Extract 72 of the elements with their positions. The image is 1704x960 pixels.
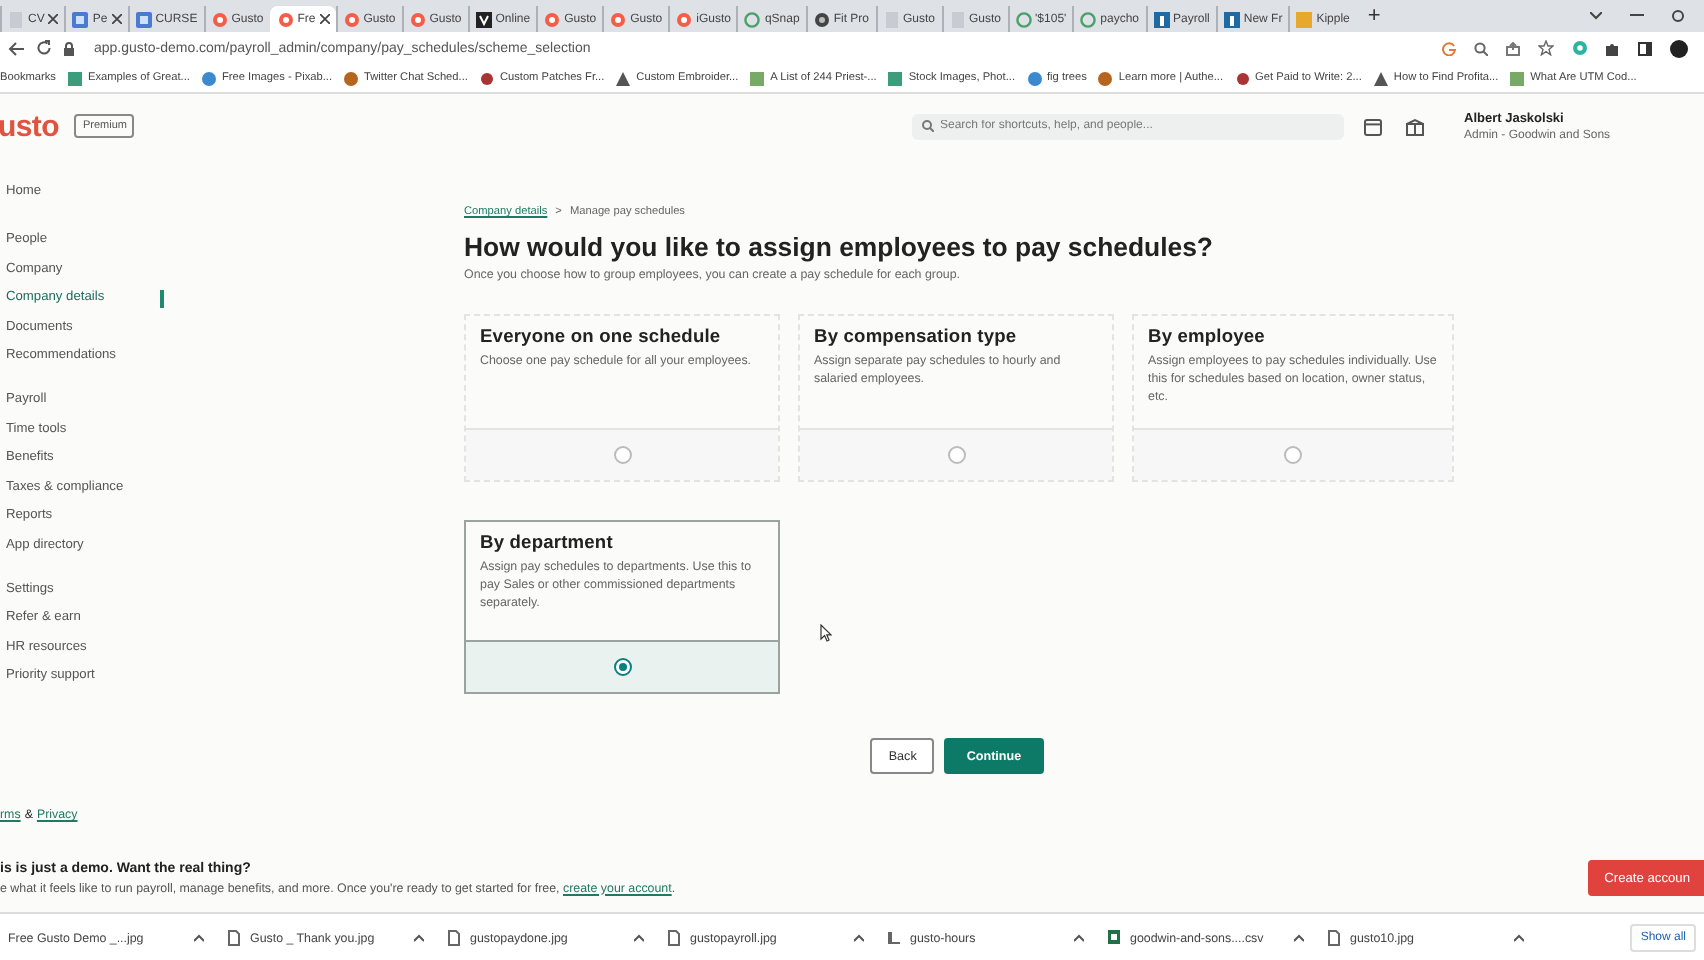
star-icon[interactable]: [1538, 40, 1554, 56]
gusto-favicon-icon: [676, 11, 693, 27]
chevron-down-icon[interactable]: [1590, 12, 1602, 20]
bookmark-favicon-icon: [201, 71, 216, 85]
file-icon: [1328, 930, 1340, 946]
chevron-up-icon[interactable]: [1294, 934, 1304, 942]
spreadsheet-icon: [1108, 930, 1120, 946]
option-title: By compensation type: [814, 326, 1019, 346]
radio-button[interactable]: [947, 446, 965, 464]
minimize-icon[interactable]: [1630, 14, 1644, 18]
gift-icon[interactable]: [1406, 117, 1424, 135]
bookmark-favicon-icon: [344, 71, 359, 85]
close-icon[interactable]: [111, 14, 122, 24]
radio-button[interactable]: [1284, 446, 1302, 464]
chevron-up-icon[interactable]: [414, 934, 424, 942]
bookmark-favicon-icon: [1373, 71, 1388, 85]
profile-avatar-icon[interactable]: [1670, 39, 1688, 57]
gusto-logo: usto: [0, 109, 59, 143]
option-title: By employee: [1148, 326, 1267, 346]
gusto-favicon-icon: [277, 11, 294, 27]
p-favicon-icon: [1153, 11, 1170, 27]
swirl-favicon-icon: [1015, 11, 1032, 27]
sidebar-icon[interactable]: [1638, 41, 1652, 55]
close-icon[interactable]: [48, 14, 59, 24]
bookmark-favicon-icon: [1510, 71, 1525, 85]
option-title: Everyone on one schedule: [480, 326, 723, 346]
calendar-icon[interactable]: [1364, 117, 1382, 135]
chevron-up-icon[interactable]: [1514, 934, 1524, 942]
reload-icon[interactable]: [36, 40, 52, 56]
gusto-favicon-icon: [610, 11, 627, 27]
bookmark-favicon-icon: [888, 71, 903, 85]
document-favicon-icon: [135, 11, 152, 27]
bookmark-favicon-icon: [1098, 71, 1113, 85]
chevron-up-icon[interactable]: [634, 934, 644, 942]
gusto-favicon-icon: [343, 11, 360, 27]
puzzle-icon[interactable]: [1606, 41, 1620, 55]
gusto-favicon-icon: [409, 11, 426, 27]
file-icon: [668, 930, 680, 946]
swirl-favicon-icon: [1080, 11, 1097, 27]
p-favicon-icon: [1223, 11, 1240, 27]
gusto-favicon-icon: [544, 11, 561, 27]
page-title: How would you like to assign employees to pay schedules?: [464, 232, 1215, 262]
chevron-up-icon[interactable]: [194, 934, 204, 942]
chevron-up-icon[interactable]: [1074, 934, 1084, 942]
option-title: By department: [480, 532, 615, 552]
bookmark-favicon-icon: [67, 71, 82, 85]
new-tab-button[interactable]: +: [1367, 4, 1381, 28]
restore-icon[interactable]: [1672, 10, 1684, 22]
radio-button[interactable]: [613, 446, 631, 464]
bookmark-favicon-icon: [616, 71, 631, 85]
swirl-favicon-icon: [744, 11, 761, 27]
mouse-pointer-icon: [820, 624, 832, 642]
file-icon: [228, 930, 240, 946]
g-logo-icon[interactable]: [1442, 41, 1456, 55]
chevron-up-icon[interactable]: [854, 934, 864, 942]
lock-icon: [64, 41, 74, 55]
bookmark-favicon-icon: [479, 71, 494, 85]
share-icon[interactable]: [1506, 41, 1520, 55]
dark-favicon-icon: [475, 11, 492, 27]
square-favicon-icon: [1296, 11, 1313, 27]
close-icon[interactable]: [319, 14, 330, 24]
document-favicon-icon: [72, 11, 89, 27]
gusto-favicon-icon: [211, 11, 228, 27]
back-arrow-icon[interactable]: [8, 41, 24, 55]
file-icon: [448, 930, 460, 946]
bookmark-favicon-icon: [750, 71, 765, 85]
globe-favicon-icon: [813, 11, 830, 27]
zoom-icon[interactable]: [1474, 41, 1488, 55]
radio-button[interactable]: [613, 658, 631, 676]
bookmark-favicon-icon: [1235, 71, 1250, 85]
bookmark-favicon-icon: [1027, 71, 1041, 85]
extension-icon[interactable]: [1572, 40, 1588, 56]
